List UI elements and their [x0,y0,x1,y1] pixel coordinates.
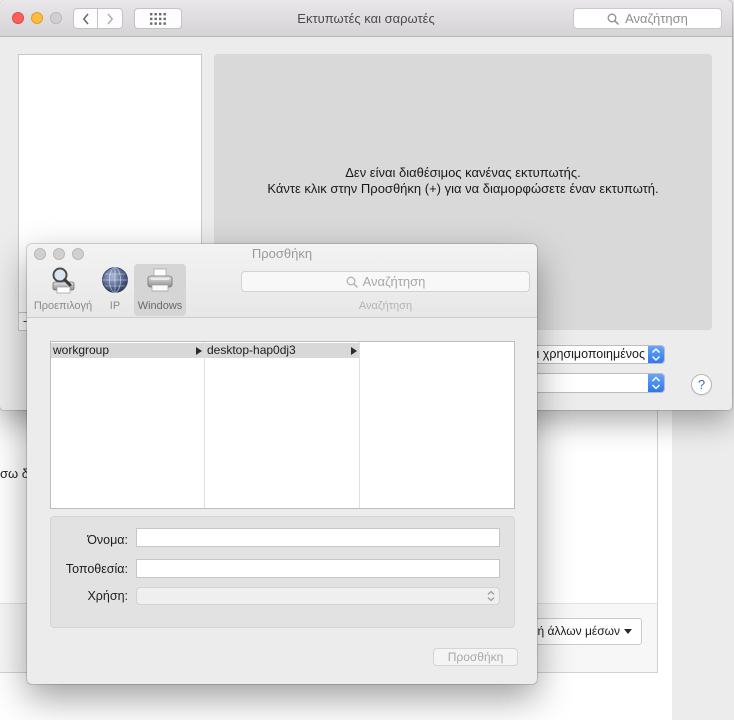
add-printer-hint: Κάντε κλικ στην Προσθήκη (+) για να διαμ… [267,181,659,196]
add-search-field[interactable]: Αναζήτηση [241,271,530,292]
search-placeholder: Αναζήτηση [625,11,688,26]
browser-row-label: workgroup [53,343,110,357]
browser-column-2[interactable]: desktop-hap0dj3 [205,342,360,508]
disclosure-arrow-icon [196,347,202,355]
default-printer-value: ι χρησιμοποιημένος [536,347,645,361]
printer-browser: workgroup desktop-hap0dj3 [50,341,515,509]
toolbar-ip-label: IP [109,300,121,312]
location-field[interactable] [136,559,500,578]
location-label: Τοποθεσία: [65,562,128,576]
globe-icon [102,267,128,293]
browser-column-1[interactable]: workgroup [51,342,205,508]
search-field[interactable]: Αναζήτηση [573,8,722,29]
add-button[interactable]: Προσθήκη [433,648,518,666]
browser-column-3[interactable] [360,342,514,508]
toolbar-windows-tab[interactable]: Windows [134,264,186,316]
popup-stepper-icon [648,346,664,363]
toolbar-default-tab[interactable]: Προεπιλογή [33,264,93,316]
printer-info-box: Όνομα: Τοποθεσία: Χρήση: [50,516,515,628]
default-printer-icon [52,267,75,294]
chevron-down-icon [624,629,632,634]
toolbar-default-label: Προεπιλογή [33,300,93,312]
search-icon [346,276,358,288]
toolbar-ip-tab[interactable]: IP [99,264,131,316]
help-button[interactable]: ? [691,374,712,395]
other-media-button-label: ή άλλων μέσων [537,624,620,638]
use-label: Χρήση: [87,589,128,603]
windows-printer-icon [147,268,173,292]
browser-row-label: desktop-hap0dj3 [207,343,296,357]
add-search-placeholder: Αναζήτηση [362,274,426,289]
name-field[interactable] [136,528,500,547]
search-icon [607,13,619,25]
disclosure-arrow-icon [351,347,357,355]
add-search-label: Αναζήτηση [358,300,413,312]
browser-row-workgroup[interactable]: workgroup [51,343,204,358]
no-printer-message: Δεν είναι διαθέσιμος κανένας εκτυπωτής. [345,165,581,180]
toolbar-windows-label: Windows [137,300,183,312]
popup-stepper-icon [648,374,664,392]
up-down-chevron-icon [487,590,495,602]
use-popup[interactable] [136,587,500,605]
add-window-title: Προσθήκη [251,246,313,261]
add-printer-window: Προσθήκη Προεπιλογή IP Windows Αναζήτηση… [27,244,537,684]
browser-row-computer[interactable]: desktop-hap0dj3 [205,343,359,358]
name-label: Όνομα: [87,533,128,547]
